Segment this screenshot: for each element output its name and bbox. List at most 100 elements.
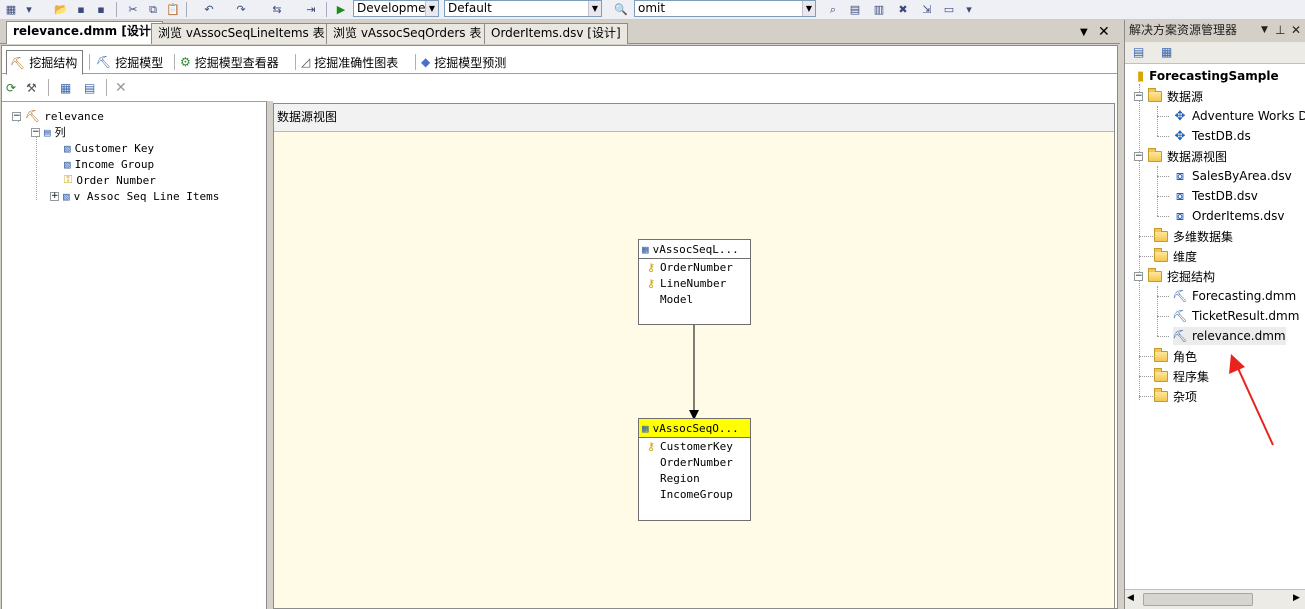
dsv-table-line-items[interactable]: ▦ vAssocSeqL... ⚷ OrderNumber ⚷ LineNumb…	[638, 239, 751, 325]
table-column-row[interactable]: ⚷ OrderNumber	[639, 259, 750, 275]
table-column-row[interactable]: ⚷ CustomerKey	[639, 438, 750, 454]
configuration-combo[interactable]: Development ▼	[353, 0, 439, 17]
tree-item-line-items[interactable]: + ▧ v Assoc Seq Line Items	[50, 188, 219, 204]
collapse-icon[interactable]: −	[1134, 271, 1143, 281]
properties-icon[interactable]: ▤	[846, 1, 864, 18]
cut-icon[interactable]: ✂	[124, 1, 142, 18]
tree-label: 挖掘结构	[1167, 269, 1216, 284]
process-icon[interactable]: ⟳	[6, 81, 16, 95]
folder-data-sources[interactable]: − 数据源	[1134, 87, 1203, 105]
dsv-table-orders[interactable]: ▦ vAssocSeqO... ⚷ CustomerKey OrderNumbe…	[638, 418, 751, 521]
chevron-down-icon[interactable]: ▼	[1261, 20, 1268, 40]
find-in-files-icon[interactable]: 🔍	[612, 1, 630, 18]
tab-mining-structure[interactable]: ⛏ 挖掘结构	[6, 50, 84, 75]
export-icon[interactable]: ⇲	[918, 1, 936, 18]
item-ticketresult-dmm[interactable]: ⛏ TicketResult.dmm	[1172, 307, 1299, 325]
folder-dimensions[interactable]: 维度	[1154, 247, 1197, 265]
chevron-down-icon[interactable]: ▼	[588, 1, 601, 16]
relationship-arrow[interactable]	[684, 325, 704, 421]
tab-accuracy-chart[interactable]: ◿ 挖掘准确性图表	[298, 51, 403, 73]
collapse-icon[interactable]: −	[1134, 151, 1143, 161]
expand-icon[interactable]: +	[50, 191, 59, 201]
folder-misc[interactable]: 杂项	[1154, 387, 1197, 405]
table-column-row[interactable]: ⚷ LineNumber	[639, 275, 750, 291]
find-icon[interactable]: ⌕	[824, 1, 842, 18]
window-icon[interactable]: ▭	[940, 1, 958, 18]
undo-icon[interactable]: ↶	[200, 1, 218, 18]
table-column-row[interactable]: Model	[639, 291, 750, 307]
scroll-right-icon[interactable]: ▶	[1293, 593, 1300, 603]
scroll-left-icon[interactable]: ◀	[1127, 593, 1134, 603]
object-browser-icon[interactable]: ▥	[870, 1, 888, 18]
table-header[interactable]: ▦ vAssocSeqO...	[639, 419, 750, 438]
doc-tab-relevance-dmm[interactable]: relevance.dmm [设计]	[6, 21, 164, 44]
chevron-down-icon[interactable]: ▼	[802, 1, 815, 16]
folder-cubes[interactable]: 多维数据集	[1154, 227, 1233, 245]
new-project-icon[interactable]: ▦	[2, 1, 20, 18]
find-combo[interactable]: omit ▼	[634, 0, 816, 17]
doc-tab-orderitems-dsv[interactable]: OrderItems.dsv [设计]	[484, 23, 628, 44]
close-icon[interactable]: ✕	[1291, 20, 1301, 40]
horizontal-scrollbar[interactable]: ◀ ▶	[1125, 589, 1305, 609]
item-relevance-dmm[interactable]: ⛏ relevance.dmm	[1172, 327, 1286, 345]
doc-tab-browse-line-items[interactable]: 浏览 vAssocSeqLineItems 表	[151, 23, 332, 44]
table-column-row[interactable]: OrderNumber	[639, 454, 750, 470]
collapse-icon[interactable]: −	[1134, 91, 1143, 101]
item-orderitems-dsv[interactable]: ⧇ OrderItems.dsv	[1173, 207, 1285, 225]
paste-icon[interactable]: 📋	[164, 1, 182, 18]
save-all-icon[interactable]: ▪	[92, 1, 110, 18]
close-document-icon[interactable]: ✕	[1098, 24, 1110, 40]
item-forecasting-dmm[interactable]: ⛏ Forecasting.dmm	[1172, 287, 1296, 305]
project-node[interactable]: ▮ ForecastingSample	[1137, 67, 1279, 85]
tab-mining-models[interactable]: ⛏ 挖掘模型	[93, 51, 168, 73]
pin-icon[interactable]: ⊥	[1275, 20, 1285, 40]
item-testdb-ds[interactable]: ✥ TestDB.ds	[1173, 127, 1251, 145]
folder-mining-structures[interactable]: − 挖掘结构	[1134, 267, 1215, 285]
table-column-row[interactable]: IncomeGroup	[639, 486, 750, 502]
tree-item-customer-key[interactable]: ▧ Customer Key	[64, 140, 154, 156]
table-column-row[interactable]: Region	[639, 470, 750, 486]
scrollbar-thumb[interactable]	[1143, 593, 1253, 606]
folder-assemblies[interactable]: 程序集	[1154, 367, 1209, 385]
item-salesbyarea-dsv[interactable]: ⧇ SalesByArea.dsv	[1173, 167, 1292, 185]
mining-structure-tree: − ⛏ relevance − ▤ 列 ▧ Customer Key ▧ Inc…	[2, 101, 267, 609]
navigate-icon[interactable]: ⇆	[268, 1, 286, 18]
start-debug-icon[interactable]: ▶	[332, 1, 350, 18]
collapse-icon[interactable]: −	[12, 111, 21, 121]
tree-item-order-number[interactable]: ⚿ Order Number	[64, 172, 156, 188]
toolbox-icon[interactable]: ✖	[894, 1, 912, 18]
folder-icon	[1154, 387, 1168, 402]
solution-explorer: 解决方案资源管理器 ▼ ⊥ ✕ ▤ ▦ ▮ ForecastingSample …	[1124, 20, 1305, 609]
folder-dsv[interactable]: − 数据源视图	[1134, 147, 1227, 165]
tab-model-viewer[interactable]: ⚙ 挖掘模型查看器	[177, 51, 284, 73]
tree-node-root[interactable]: − ⛏ relevance	[12, 108, 104, 124]
chevron-down-icon[interactable]: ▼	[425, 1, 438, 16]
open-icon[interactable]: 📂	[52, 1, 70, 18]
add-table-icon[interactable]: ▤	[84, 81, 95, 95]
copy-icon[interactable]: ⧉	[144, 1, 162, 18]
column-name: OrderNumber	[660, 260, 733, 274]
item-testdb-dsv[interactable]: ⧇ TestDB.dsv	[1173, 187, 1258, 205]
tab-prediction[interactable]: ◆ 挖掘模型预测	[418, 51, 511, 73]
delete-icon[interactable]: ✕	[115, 80, 127, 96]
show-all-files-icon[interactable]: ▦	[1161, 45, 1172, 59]
table-header[interactable]: ▦ vAssocSeqL...	[639, 240, 750, 259]
add-item-icon[interactable]: ▾	[20, 1, 38, 18]
table-title: vAssocSeqL...	[652, 242, 739, 256]
tree-item-income-group[interactable]: ▧ Income Group	[64, 156, 154, 172]
navigate-forward-icon[interactable]: ⇥	[302, 1, 320, 18]
tree-label: Order Number	[76, 173, 156, 187]
folder-roles[interactable]: 角色	[1154, 347, 1197, 365]
data-source-view-panel[interactable]: 数据源视图 ▦ vAssocSeqL... ⚷ OrderNumber ⚷ Li…	[273, 103, 1115, 609]
tab-list-icon[interactable]: ▼	[1080, 27, 1088, 38]
add-column-icon[interactable]: ▦	[60, 81, 71, 95]
item-adventure-works[interactable]: ✥ Adventure Works D	[1173, 107, 1305, 125]
tools-icon[interactable]: ⚒	[26, 81, 37, 95]
doc-tab-browse-orders[interactable]: 浏览 vAssocSeqOrders 表	[326, 23, 489, 44]
redo-icon[interactable]: ↷	[232, 1, 250, 18]
save-icon[interactable]: ▪	[72, 1, 90, 18]
properties-icon[interactable]: ▤	[1133, 45, 1144, 59]
column-name: IncomeGroup	[660, 487, 733, 501]
toolbar-options-icon[interactable]: ▾	[960, 1, 978, 18]
platform-combo[interactable]: Default ▼	[444, 0, 602, 17]
